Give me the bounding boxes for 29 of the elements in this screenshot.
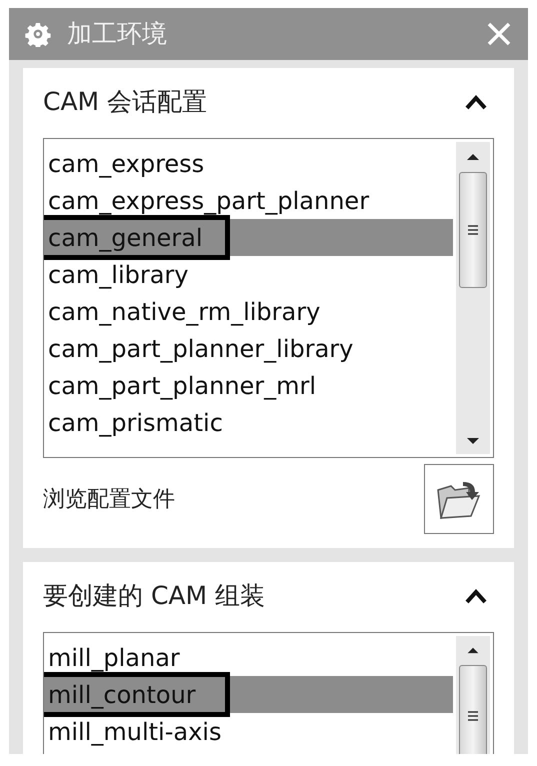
gear-icon	[25, 21, 51, 47]
section-title: 要创建的 CAM 组装	[43, 580, 266, 612]
scroll-thumb[interactable]	[459, 172, 487, 288]
list-item[interactable]: cam_prismatic	[44, 404, 453, 441]
grip-icon	[467, 225, 479, 235]
grip-icon	[467, 711, 479, 722]
list-item[interactable]: cam_part_planner_library	[44, 330, 453, 367]
list-item[interactable]: cam_express_part_planner	[44, 182, 453, 219]
browse-label: 浏览配置文件	[43, 486, 175, 514]
list-item[interactable]: cam_general	[44, 219, 453, 256]
list-item[interactable]: cam_part_planner_mrl	[44, 367, 453, 404]
list-item[interactable]: cam_library	[44, 256, 453, 293]
scroll-down-icon[interactable]	[466, 436, 480, 446]
scroll-up-icon[interactable]	[466, 646, 480, 655]
open-folder-button[interactable]	[424, 464, 494, 534]
list-item[interactable]: mill_contour	[44, 676, 453, 713]
list-item[interactable]: cam_native_rm_library	[44, 293, 453, 330]
scrollbar[interactable]	[456, 636, 490, 754]
list-item[interactable]: mill_planar	[44, 639, 453, 676]
scroll-up-icon[interactable]	[466, 152, 480, 162]
scrollbar[interactable]	[456, 142, 490, 454]
scroll-thumb[interactable]	[459, 664, 487, 754]
collapse-icon[interactable]	[464, 94, 488, 110]
window-title: 加工环境	[67, 18, 168, 50]
close-icon[interactable]	[486, 21, 512, 47]
collapse-icon[interactable]	[464, 588, 488, 604]
list-item[interactable]: mill_multi-axis	[44, 713, 453, 750]
section-title: CAM 会话配置	[43, 86, 208, 118]
list-item[interactable]: cam_express	[44, 145, 453, 182]
